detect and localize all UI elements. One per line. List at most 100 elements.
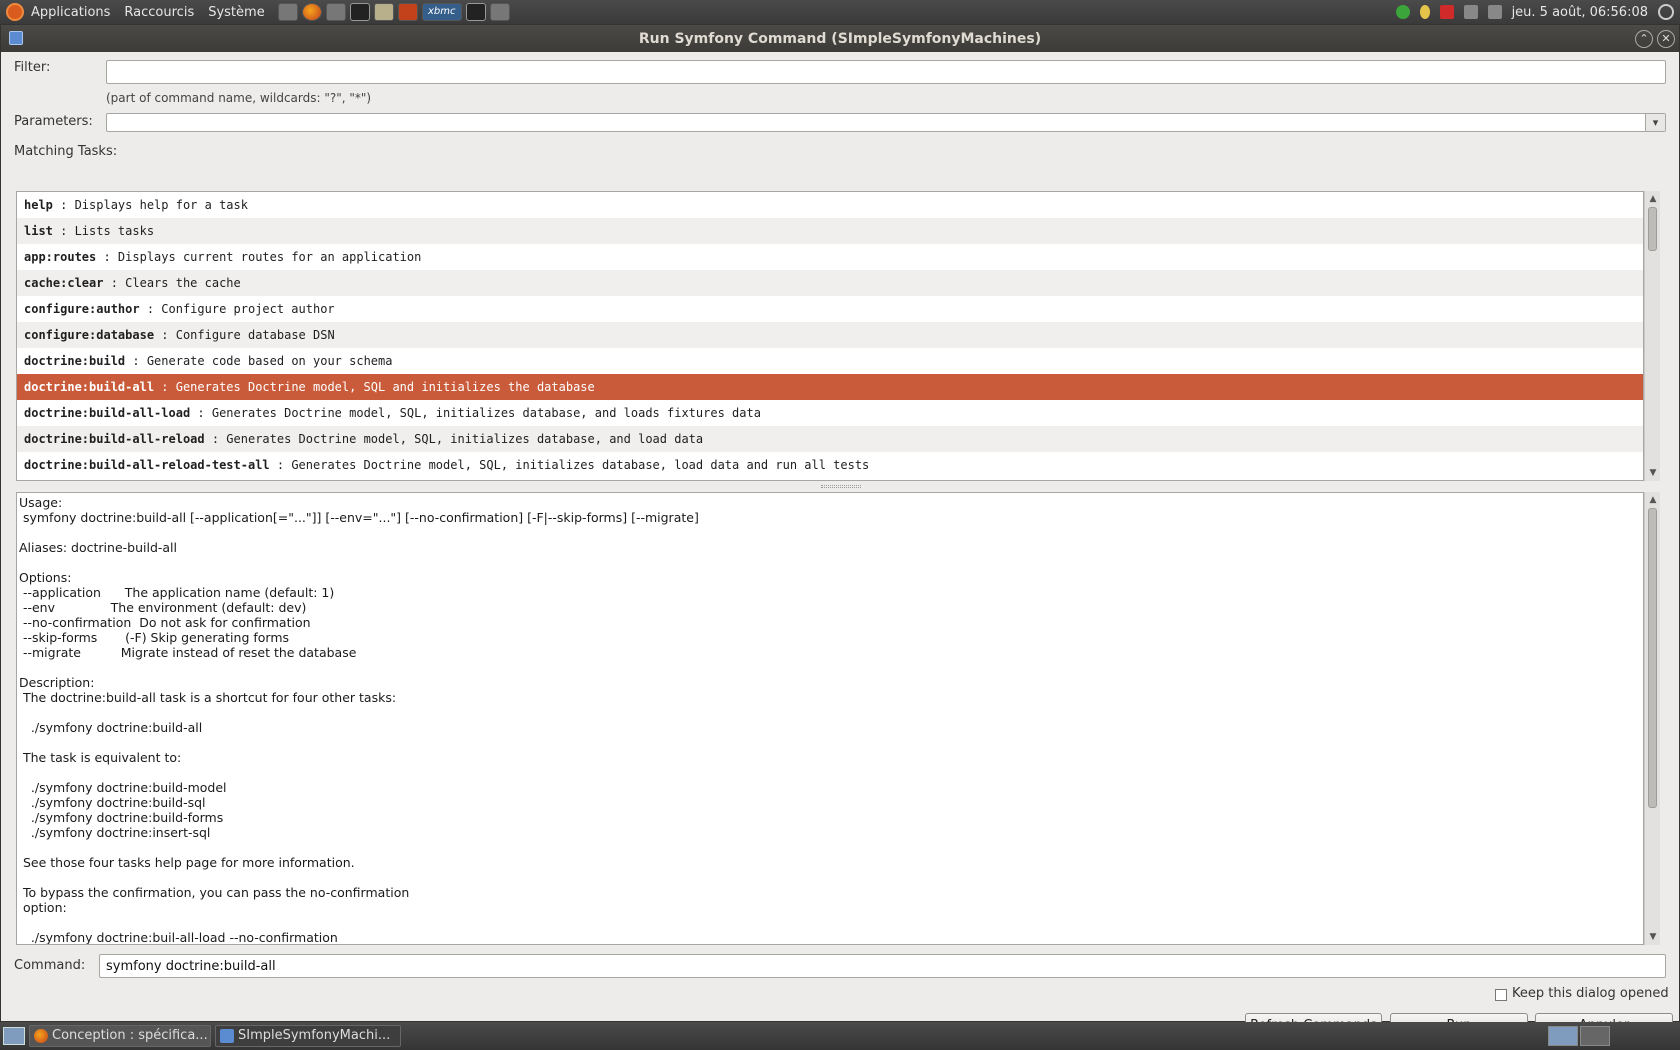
task-command-name: doctrine:build xyxy=(24,354,126,368)
description-line: ./symfony doctrine:insert-sql xyxy=(19,825,211,840)
terminal-icon-2[interactable] xyxy=(465,3,486,21)
window-app-icon[interactable] xyxy=(9,31,23,45)
system-tray: jeu. 5 août, 06:56:08 xyxy=(1395,0,1680,24)
task-command-description: : Displays help for a task xyxy=(52,198,248,212)
description-line xyxy=(19,915,1643,930)
xbmc-icon[interactable]: xbmc xyxy=(421,3,462,21)
description-line: Description: xyxy=(19,675,95,690)
description-line: --migrate Migrate instead of reset the d… xyxy=(19,645,357,660)
description-line: The task is equivalent to: xyxy=(19,750,182,765)
task-command-name: doctrine:build-all-load xyxy=(24,406,191,420)
tasks-scroll-thumb[interactable] xyxy=(1648,207,1657,251)
command-input[interactable] xyxy=(99,954,1666,978)
description-scrollbar[interactable]: ▲ ▼ xyxy=(1644,492,1660,945)
task-row[interactable]: doctrine:build-all : Generates Doctrine … xyxy=(17,374,1643,400)
scroll-down-icon[interactable]: ▼ xyxy=(1648,932,1658,942)
task-row[interactable]: configure:database : Configure database … xyxy=(17,322,1643,348)
parameters-label: Parameters: xyxy=(14,114,93,129)
task-command-description: : Generates Doctrine model, SQL, initial… xyxy=(204,432,704,446)
taskbar-item-firefox[interactable]: Conception : spécifica... xyxy=(29,1025,211,1047)
show-desktop-icon[interactable] xyxy=(3,1027,25,1045)
description-line: To bypass the confirmation, you can pass… xyxy=(19,885,410,900)
folder-icon[interactable] xyxy=(373,3,394,21)
task-command-description: : Clears the cache xyxy=(103,276,241,290)
task-row[interactable]: cache:clear : Clears the cache xyxy=(17,270,1643,296)
scroll-down-icon[interactable]: ▼ xyxy=(1648,468,1658,478)
description-line: option: xyxy=(19,900,67,915)
pane-splitter[interactable] xyxy=(821,485,861,488)
close-icon[interactable]: ✕ xyxy=(1657,30,1675,48)
workspace-1[interactable] xyxy=(1548,1026,1578,1046)
parameters-combo[interactable]: ▾ xyxy=(106,113,1666,132)
menu-systeme[interactable]: Système xyxy=(201,5,271,20)
top-panel: Applications Raccourcis Système xbmc jeu… xyxy=(0,0,1680,24)
task-command-description: : Generates Doctrine model, SQL, initial… xyxy=(269,458,870,472)
description-line: ./symfony doctrine:build-model xyxy=(19,780,227,795)
description-line: symfony doctrine:build-all [--applicatio… xyxy=(19,510,699,525)
task-command-description: : Generate code based on your schema xyxy=(125,354,393,368)
status-runner-icon[interactable] xyxy=(1395,5,1410,19)
bottom-taskbar: Conception : spécifica... SImpleSymfonyM… xyxy=(0,1022,1680,1050)
filter-label: Filter: xyxy=(14,60,51,75)
task-row[interactable]: help : Displays help for a task xyxy=(17,192,1643,218)
mail-icon[interactable] xyxy=(325,3,346,21)
description-line xyxy=(19,705,1643,720)
network-icon[interactable] xyxy=(1487,5,1502,19)
task-description-text: Usage: symfony doctrine:build-all [--app… xyxy=(16,492,1644,945)
description-line xyxy=(19,840,1643,855)
task-row[interactable]: doctrine:build-all-reload-test-all : Gen… xyxy=(17,452,1643,478)
notes-icon[interactable] xyxy=(489,3,510,21)
task-command-description: : Generates Doctrine model, SQL, initial… xyxy=(190,406,761,420)
chevron-down-icon[interactable]: ▾ xyxy=(1645,114,1665,131)
task-row[interactable]: list : Lists tasks xyxy=(17,218,1643,244)
firefox-icon[interactable] xyxy=(301,3,322,21)
maximize-icon[interactable]: ⌃ xyxy=(1635,30,1653,48)
matching-tasks-list[interactable]: help : Displays help for a task list : Li… xyxy=(16,191,1644,481)
clock[interactable]: jeu. 5 août, 06:56:08 xyxy=(1512,5,1648,20)
keep-open-label[interactable]: Keep this dialog opened xyxy=(1512,986,1669,1001)
terminal-icon[interactable] xyxy=(349,3,370,21)
task-row[interactable]: doctrine:build-all-reload : Generates Do… xyxy=(17,426,1643,452)
description-line: --application The application name (defa… xyxy=(19,585,335,600)
task-command-name: doctrine:build-all-reload xyxy=(24,432,205,446)
task-command-description: : Generates Doctrine model, SQL and init… xyxy=(154,380,595,394)
filter-input[interactable] xyxy=(106,60,1666,84)
menu-applications[interactable]: Applications xyxy=(24,5,117,20)
taskbar-item-netbeans[interactable]: SImpleSymfonyMachi... xyxy=(215,1025,401,1047)
description-line: --env The environment (default: dev) xyxy=(19,600,307,615)
task-row[interactable]: app:routes : Displays current routes for… xyxy=(17,244,1643,270)
task-command-name: list xyxy=(24,224,53,238)
task-command-name: help xyxy=(24,198,53,212)
task-command-name: app:routes xyxy=(24,250,97,264)
task-command-description: : Configure project author xyxy=(139,302,335,316)
scroll-up-icon[interactable]: ▲ xyxy=(1648,495,1658,505)
power-icon[interactable] xyxy=(1658,4,1674,20)
ubuntu-logo-icon[interactable] xyxy=(6,3,24,21)
scroll-up-icon[interactable]: ▲ xyxy=(1648,194,1658,204)
task-row[interactable]: configure:author : Configure project aut… xyxy=(17,296,1643,322)
workspace-switcher[interactable] xyxy=(1548,1026,1610,1046)
description-line xyxy=(19,765,1643,780)
task-command-name: configure:author xyxy=(24,302,140,316)
task-command-description: : Displays current routes for an applica… xyxy=(96,250,422,264)
task-command-name: cache:clear xyxy=(24,276,104,290)
bulb-icon[interactable] xyxy=(1419,5,1430,19)
workspace-2[interactable] xyxy=(1580,1026,1610,1046)
volume-icon[interactable] xyxy=(1463,5,1478,19)
tools-icon[interactable] xyxy=(277,3,298,21)
command-label: Command: xyxy=(14,958,86,973)
task-row[interactable]: doctrine:build : Generate code based on … xyxy=(17,348,1643,374)
update-alert-icon[interactable] xyxy=(1439,5,1454,19)
keep-open-checkbox[interactable] xyxy=(1495,989,1507,1001)
task-command-description: : Lists tasks xyxy=(52,224,155,238)
description-scroll-thumb[interactable] xyxy=(1648,508,1657,808)
app-launcher-icon[interactable] xyxy=(397,3,418,21)
titlebar[interactable]: Run Symfony Command (SImpleSymfonyMachin… xyxy=(1,25,1679,52)
run-symfony-command-dialog: Run Symfony Command (SImpleSymfonyMachin… xyxy=(0,24,1680,1038)
taskbar-item-label: SImpleSymfonyMachi... xyxy=(238,1028,391,1043)
menu-raccourcis[interactable]: Raccourcis xyxy=(117,5,201,20)
task-row[interactable]: doctrine:build-all-load : Generates Doct… xyxy=(17,400,1643,426)
tasks-scrollbar[interactable]: ▲ ▼ xyxy=(1644,191,1660,481)
description-line xyxy=(19,525,1643,540)
description-line xyxy=(19,870,1643,885)
